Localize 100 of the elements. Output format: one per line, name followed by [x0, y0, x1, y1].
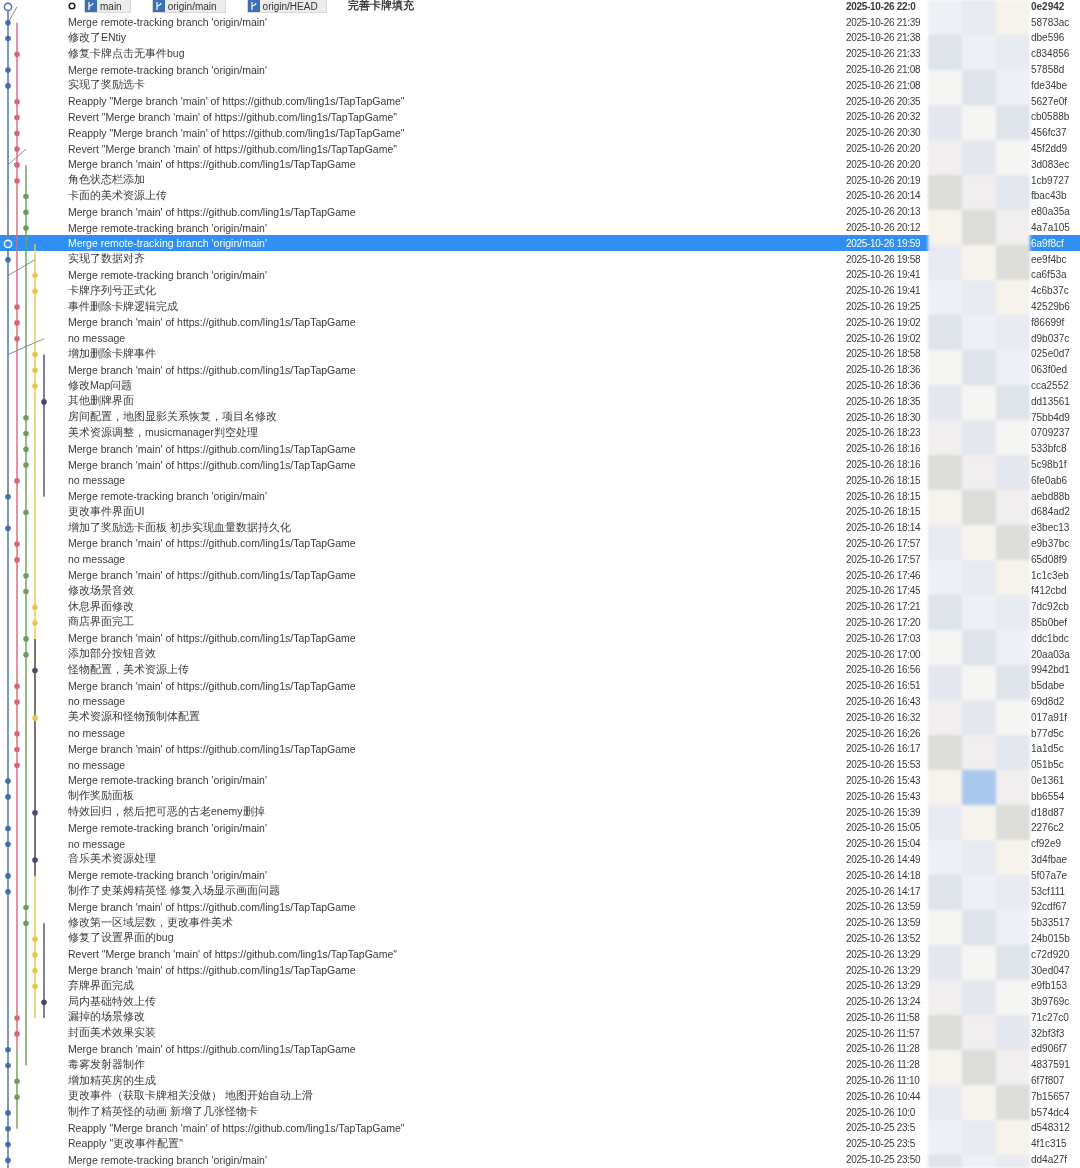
- commit-message: Merge branch 'main' of https://github.com/ling1s/TapTapGame: [68, 569, 356, 582]
- commit-message: Merge branch 'main' of https://github.com/ling1s/TapTapGame: [68, 205, 356, 218]
- commit-row[interactable]: 更改事件界面UI 2025-10-26 18:15 d684ad2: [0, 504, 1080, 520]
- commit-row[interactable]: 修改场景音效 2025-10-26 17:45 f412cbd: [0, 583, 1080, 599]
- commit-row[interactable]: Revert "Merge branch 'main' of https://github.com/ling1s/TapTapGame" 2025-10-26 13:29 c72d920: [0, 946, 1080, 963]
- commit-hash: ca6f53a: [1031, 269, 1067, 281]
- commit-message: 卡牌序列号正式化: [68, 283, 156, 298]
- commit-row[interactable]: 卡牌序列号正式化 2025-10-26 19:41 4c6b37c: [0, 282, 1080, 299]
- commit-row[interactable]: 修复了设置界面的bug 2025-10-26 13:52 24b015b: [0, 930, 1080, 947]
- commit-row[interactable]: 毒雾发射器制作 2025-10-26 11:28 4837591: [0, 1056, 1080, 1073]
- commit-row[interactable]: 弃牌界面完成 2025-10-26 13:29 e9fb153: [0, 977, 1080, 994]
- commit-row[interactable]: 增加精英房的生成 2025-10-26 11:10 6f7f807: [0, 1072, 1080, 1089]
- commit-hash: 75bb4d9: [1031, 411, 1070, 423]
- branch-tag[interactable]: main: [84, 0, 131, 14]
- commit-row[interactable]: Merge branch 'main' of https://github.com/ling1s/TapTapGame 2025-10-26 16:17 1a1d5c: [0, 740, 1080, 757]
- commit-hash: 5c98b1f: [1031, 459, 1067, 470]
- commit-row[interactable]: 实现了数据对齐 2025-10-26 19:58 ee9f4bc: [0, 251, 1080, 268]
- branch-tag[interactable]: origin/HEAD: [246, 0, 327, 14]
- commit-row[interactable]: 封面美术效果实装 2025-10-26 11:57 32bf3f3: [0, 1025, 1080, 1042]
- commit-row[interactable]: 音乐美术资源处理 2025-10-26 14:49 3d4fbae: [0, 851, 1080, 868]
- commit-hash: d9b037c: [1031, 332, 1070, 344]
- commit-row[interactable]: 房间配置，地图显影关系恢复，项目名修改 2025-10-26 18:30 75bb4d9: [0, 409, 1080, 425]
- commit-row[interactable]: Merge branch 'main' of https://github.com/ling1s/TapTapGame 2025-10-26 13:29 30ed047: [0, 962, 1080, 978]
- commit-row[interactable]: 修改第一区域层数，更改事件美术 2025-10-26 13:59 5b33517: [0, 914, 1080, 931]
- commit-row[interactable]: Merge branch 'main' of https://github.com/ling1s/TapTapGame 2025-10-26 11:28 ed906f7: [0, 1041, 1080, 1057]
- commit-row[interactable]: Merge branch 'main' of https://github.com/ling1s/TapTapGame 2025-10-26 17:46 1c1c3eb: [0, 567, 1080, 583]
- commit-hash: ed906f7: [1031, 1043, 1068, 1055]
- commit-row[interactable]: Merge remote-tracking branch 'origin/main' 2025-10-26 15:05 2276c2: [0, 819, 1080, 836]
- commit-row[interactable]: Revert "Merge branch 'main' of https://github.com/ling1s/TapTapGame" 2025-10-26 20:20 45f2dd9: [0, 140, 1080, 157]
- commit-row[interactable]: 角色状态栏添加 2025-10-26 20:19 1cb9727: [0, 172, 1080, 189]
- commit-row[interactable]: Merge branch 'main' of https://github.com/ling1s/TapTapGame 2025-10-26 18:16 533bfc8: [0, 440, 1080, 457]
- commit-row[interactable]: Merge branch 'main' of https://github.com/ling1s/TapTapGame 2025-10-26 16:51 b5dabe: [0, 677, 1080, 694]
- commit-row[interactable]: 休息界面修改 2025-10-26 17:21 7dc92cb: [0, 598, 1080, 615]
- commit-row[interactable]: 商店界面完工 2025-10-26 17:20 85b0bef: [0, 614, 1080, 631]
- commit-row[interactable]: 更改事件（获取卡牌相关没做） 地图开始自动上滑 2025-10-26 10:44 7b15657: [0, 1088, 1080, 1105]
- commit-row[interactable]: Merge branch 'main' of https://github.com/ling1s/TapTapGame 2025-10-26 18:16 5c98b1f: [0, 456, 1080, 473]
- commit-row[interactable]: 修复卡牌点击无事件bug 2025-10-26 21:33 c834856: [0, 45, 1080, 62]
- commit-row[interactable]: Merge branch 'main' of https://github.com/ling1s/TapTapGame 2025-10-26 13:59 92cdf67: [0, 898, 1080, 915]
- commit-row[interactable]: 美术资源调整，musicmanager判空处理 2025-10-26 18:23 0709237: [0, 425, 1080, 441]
- commit-row[interactable]: Merge branch 'main' of https://github.com/ling1s/TapTapGame 2025-10-26 17:03 ddc1bdc: [0, 630, 1080, 647]
- commit-message: 商店界面完工: [68, 615, 134, 630]
- commit-row[interactable]: 制作了史莱姆精英怪 修复入场显示画面问题 2025-10-26 14:17 53cf111: [0, 883, 1080, 899]
- branch-tag[interactable]: origin/main: [151, 0, 226, 14]
- commit-date: 2025-10-26 17:21: [846, 601, 921, 613]
- commit-date: 2025-10-26 19:58: [846, 253, 921, 265]
- commit-row[interactable]: Merge remote-tracking branch 'origin/main' 2025-10-26 21:39 58783ac: [0, 14, 1080, 31]
- commit-row[interactable]: Reapply "Merge branch 'main' of https://github.com/ling1s/TapTapGame" 2025-10-26 20:30 456fc37: [0, 124, 1080, 141]
- commit-row[interactable]: no message 2025-10-26 16:26 b77d5c: [0, 725, 1080, 741]
- commit-row[interactable]: no message 2025-10-26 15:53 051b5c: [0, 756, 1080, 773]
- commit-hash: e9b37bc: [1031, 538, 1070, 549]
- commit-row[interactable]: Reapply "Merge branch 'main' of https://github.com/ling1s/TapTapGame" 2025-10-25 23:5 d548312: [0, 1120, 1080, 1136]
- commit-row[interactable]: 增加删除卡牌事件 2025-10-26 18:58 025e0d7: [0, 346, 1080, 362]
- commit-row[interactable]: Merge remote-tracking branch 'origin/main' 2025-10-26 14:18 5f07a7e: [0, 867, 1080, 884]
- commit-row[interactable]: Merge remote-tracking branch 'origin/main' 2025-10-26 19:41 ca6f53a: [0, 267, 1080, 283]
- commit-message: 增加了奖励选卡面板 初步实现血量数据持久化: [68, 520, 291, 535]
- commit-row[interactable]: Reapply "更改事件配置" 2025-10-25 23:5 4f1c315: [0, 1135, 1080, 1152]
- commit-message: 更改事件（获取卡牌相关没做） 地图开始自动上滑: [68, 1089, 313, 1104]
- commit-row[interactable]: 卡面的美术资源上传 2025-10-26 20:14 fbac43b: [0, 188, 1080, 204]
- commit-row[interactable]: 实现了奖励选卡 2025-10-26 21:08 fde34be: [0, 77, 1080, 94]
- commit-hash: 7dc92cb: [1031, 601, 1069, 613]
- commit-row[interactable]: Merge remote-tracking branch 'origin/main' 2025-10-26 20:12 4a7a105: [0, 219, 1080, 236]
- commit-date: 2025-10-26 18:36: [846, 380, 921, 391]
- commit-message: Merge remote-tracking branch 'origin/main': [68, 490, 267, 503]
- commit-row[interactable]: 制作了精英怪的动画 新增了几张怪物卡 2025-10-26 10:0 b574dc4: [0, 1104, 1080, 1121]
- commit-row[interactable]: no message 2025-10-26 18:15 6fe0ab6: [0, 472, 1080, 489]
- commit-row[interactable]: Merge branch 'main' of https://github.com/ling1s/TapTapGame 2025-10-26 20:13 e80a35a: [0, 203, 1080, 220]
- commit-row[interactable]: 其他删牌界面 2025-10-26 18:35 dd13561: [0, 393, 1080, 410]
- commit-row[interactable]: no message 2025-10-26 19:02 d9b037c: [0, 330, 1080, 347]
- commit-row[interactable]: no message 2025-10-26 16:43 69d8d2: [0, 693, 1080, 710]
- commit-row[interactable]: 局内基础特效上传 2025-10-26 13:24 3b9769c: [0, 993, 1080, 1010]
- commit-row[interactable]: 特效回归，然后把可恶的古老enemy删掉 2025-10-26 15:39 d18d87: [0, 804, 1080, 820]
- commit-row[interactable]: Merge remote-tracking branch 'origin/main' 2025-10-26 18:15 aebd88b: [0, 488, 1080, 504]
- commit-row[interactable]: 怪物配置，美术资源上传 2025-10-26 16:56 9942bd1: [0, 661, 1080, 678]
- commit-date: 2025-10-26 22:0: [846, 0, 916, 12]
- commit-row[interactable]: Merge branch 'main' of https://github.com/ling1s/TapTapGame 2025-10-26 19:02 f86699f: [0, 314, 1080, 331]
- commit-row[interactable]: Revert "Merge branch 'main' of https://github.com/ling1s/TapTapGame" 2025-10-26 20:32 cb0588b: [0, 109, 1080, 125]
- commit-date: 2025-10-26 18:36: [846, 364, 921, 376]
- commit-message: Merge branch 'main' of https://github.com/ling1s/TapTapGame: [68, 742, 356, 755]
- commit-row[interactable]: 美术资源和怪物预制体配置 2025-10-26 16:32 017a91f: [0, 709, 1080, 726]
- commit-message: Revert "Merge branch 'main' of https://github.com/ling1s/TapTapGame": [68, 110, 397, 123]
- commit-row[interactable]: 制作奖励面板 2025-10-26 15:43 bb6554: [0, 788, 1080, 805]
- circle-icon: [68, 2, 76, 11]
- commit-row[interactable]: Merge branch 'main' of https://github.com/ling1s/TapTapGame 2025-10-26 20:20 3d083ec: [0, 156, 1080, 173]
- commit-row[interactable]: 漏掉的场景修改 2025-10-26 11:58 71c27c0: [0, 1009, 1080, 1026]
- commit-row[interactable]: no message 2025-10-26 17:57 65d08f9: [0, 551, 1080, 568]
- commit-row[interactable]: Reapply "Merge branch 'main' of https://github.com/ling1s/TapTapGame" 2025-10-26 20:35 5627e0f: [0, 93, 1080, 110]
- commit-row[interactable]: 事件删除卡牌逻辑完成 2025-10-26 19:25 42529b6: [0, 298, 1080, 315]
- commit-date: 2025-10-26 14:17: [846, 885, 921, 897]
- commit-row[interactable]: 添加部分按钮音效 2025-10-26 17:00 20aa03a: [0, 646, 1080, 662]
- commit-row[interactable]: no message 2025-10-26 15:04 cf92e9: [0, 835, 1080, 852]
- commit-row[interactable]: 修改了ENtiy 2025-10-26 21:38 dbe596: [0, 30, 1080, 46]
- commit-row[interactable]: Merge remote-tracking branch 'origin/main' 2025-10-26 15:43 0e1361: [0, 772, 1080, 789]
- commit-row[interactable]: 增加了奖励选卡面板 初步实现血量数据持久化 2025-10-26 18:14 e3bec13: [0, 519, 1080, 536]
- commit-row[interactable]: Merge branch 'main' of https://github.com/ling1s/TapTapGame 2025-10-26 18:36 063f0ed: [0, 361, 1080, 378]
- commit-date: 2025-10-26 13:59: [846, 901, 921, 913]
- commit-row[interactable]: Merge remote-tracking branch 'origin/main' 2025-10-26 21:08 57858d: [0, 61, 1080, 78]
- commit-row[interactable]: 修改Map问题 2025-10-26 18:36 cca2552: [0, 377, 1080, 394]
- commit-row[interactable]: Merge branch 'main' of https://github.com/ling1s/TapTapGame 2025-10-26 17:57 e9b37bc: [0, 535, 1080, 552]
- commit-row[interactable]: Merge remote-tracking branch 'origin/main' 2025-10-25 23:50 dd4a27f: [0, 1151, 1080, 1168]
- commit-hash: 025e0d7: [1031, 348, 1070, 360]
